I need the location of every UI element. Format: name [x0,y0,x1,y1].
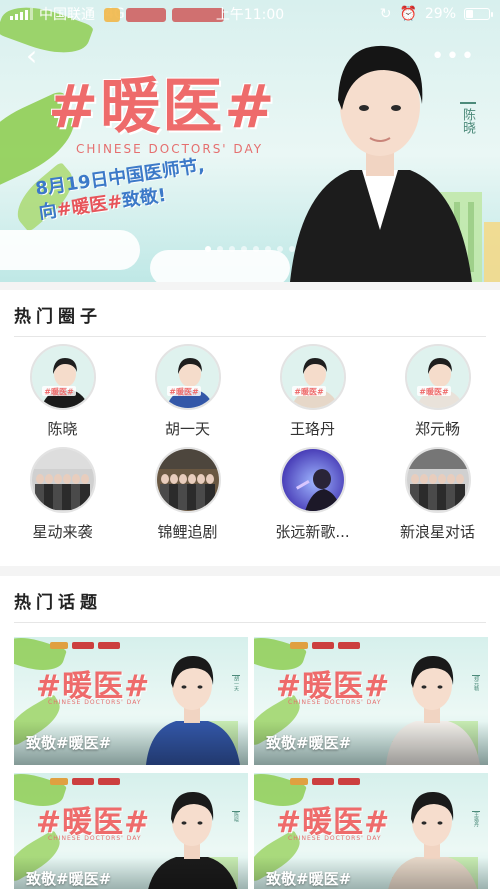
circle-label: 锦鲤追剧 [157,523,218,541]
topic-person-tag: 胡一天 [232,675,240,699]
slogan-suffix: 致敬! [120,184,168,212]
status-time: 上午11:00 [215,7,285,23]
section-title-hot-topics: 热门话题 [14,593,102,613]
carousel-indicator[interactable] [0,246,500,252]
svg-text:#暖医#: #暖医# [169,387,199,397]
topic-card[interactable]: #暖医# CHINESE DOCTORS' DAY 王珞丹 致敬#暖医# [254,773,488,889]
circle-avatar[interactable] [29,447,96,513]
svg-text:#暖医#: #暖医# [44,387,74,397]
banner-subtitle: CHINESE DOCTORS' DAY [76,142,264,156]
section-title-hot-circles: 热门圈子 [14,307,102,327]
cloud-decoration [150,250,290,282]
circle-item[interactable]: #暖医# 郑元畅 [375,344,500,439]
circle-item[interactable]: 锦鲤追剧 [125,447,250,542]
circle-avatar[interactable] [154,447,221,513]
topic-label: 致敬#暖医# [26,870,112,888]
topic-card[interactable]: #暖医# CHINESE DOCTORS' DAY 陈晓 致敬#暖医# [14,773,248,889]
circle-item[interactable]: #暖医# 王珞丹 [250,344,375,439]
topic-person-tag: 陈晓 [232,811,240,835]
circle-label: 胡一天 [164,420,210,438]
circle-item[interactable]: 星动来袭 [0,447,125,542]
sponsor-logos [50,778,120,785]
topic-subtitle: CHINESE DOCTORS' DAY [48,699,142,706]
doctors-day-banner[interactable]: #暖医# CHINESE DOCTORS' DAY 8月19日中国医师节, 向#… [0,0,500,282]
hot-topics-section: 热门话题 #暖医# CHINESE DOCTORS' DAY 胡一天 致敬#暖医# #暖… [0,576,500,889]
sponsor-logos [290,778,360,785]
circle-label: 陈晓 [47,420,78,438]
carousel-dot[interactable] [217,246,223,252]
circle-label: 星动来袭 [32,523,93,541]
sponsor-logos [290,642,360,649]
circle-label: 新浪星对话 [399,523,475,541]
topic-person-tag: 郑元畅 [472,675,480,699]
topic-label: 致敬#暖医# [266,870,352,888]
topic-subtitle: CHINESE DOCTORS' DAY [288,835,382,842]
circle-item[interactable]: #暖医# 胡一天 [125,344,250,439]
circle-item[interactable]: #暖医# 陈晓 [0,344,125,439]
circle-label: 郑元畅 [414,420,460,438]
divider [14,336,486,337]
divider [14,622,486,623]
carousel-dot[interactable] [205,246,211,252]
topic-subtitle: CHINESE DOCTORS' DAY [288,699,382,706]
carousel-dot[interactable] [277,246,283,252]
topic-subtitle: CHINESE DOCTORS' DAY [48,835,142,842]
battery-icon [464,8,493,20]
topic-card[interactable]: #暖医# CHINESE DOCTORS' DAY 胡一天 致敬#暖医# [14,637,248,765]
carousel-dot[interactable] [229,246,235,252]
topic-grid: #暖医# CHINESE DOCTORS' DAY 胡一天 致敬#暖医# #暖医# CHI… [14,637,488,889]
carousel-dot[interactable] [289,246,295,252]
circle-avatar[interactable] [404,447,471,513]
topic-label: 致敬#暖医# [26,734,112,752]
circle-avatar[interactable]: #暖医# [154,344,221,410]
status-bar: 中国联通 4G 上午11:00 ↻ ⏰ 29% [0,0,500,28]
circle-item[interactable]: 张远新歌... [250,447,375,542]
more-icon[interactable]: ••• [431,44,476,69]
circle-avatar[interactable]: #暖医# [404,344,471,410]
topic-card[interactable]: #暖医# CHINESE DOCTORS' DAY 郑元畅 致敬#暖医# [254,637,488,765]
svg-text:#暖医#: #暖医# [294,387,324,397]
sponsor-logos [50,642,120,649]
hot-circles-section: 热门圈子 #暖医# 陈晓 #暖医# 胡一天 #暖医# 王珞丹 #暖医# 郑元畅星动来袭 锦鲤追剧… [0,290,500,566]
circle-avatar[interactable]: #暖医# [29,344,96,410]
banner-person-name: 陈晓 [460,102,476,134]
circle-grid: #暖医# 陈晓 #暖医# 胡一天 #暖医# 王珞丹 #暖医# 郑元畅星动来袭 锦鲤追剧 张远新歌.… [0,344,500,542]
back-icon[interactable]: ‹ [26,42,56,72]
topic-label: 致敬#暖医# [266,734,352,752]
circle-label: 张远新歌... [275,523,350,541]
svg-text:#暖医#: #暖医# [419,387,449,397]
carousel-dot[interactable] [253,246,259,252]
circle-item[interactable]: 新浪星对话 [375,447,500,542]
circle-avatar[interactable] [279,447,346,513]
circle-avatar[interactable]: #暖医# [279,344,346,410]
carousel-dot[interactable] [265,246,271,252]
banner-headline: #暖医# [48,72,277,142]
carousel-dot[interactable] [241,246,247,252]
circle-label: 王珞丹 [289,420,335,438]
topic-person-tag: 王珞丹 [472,811,480,835]
